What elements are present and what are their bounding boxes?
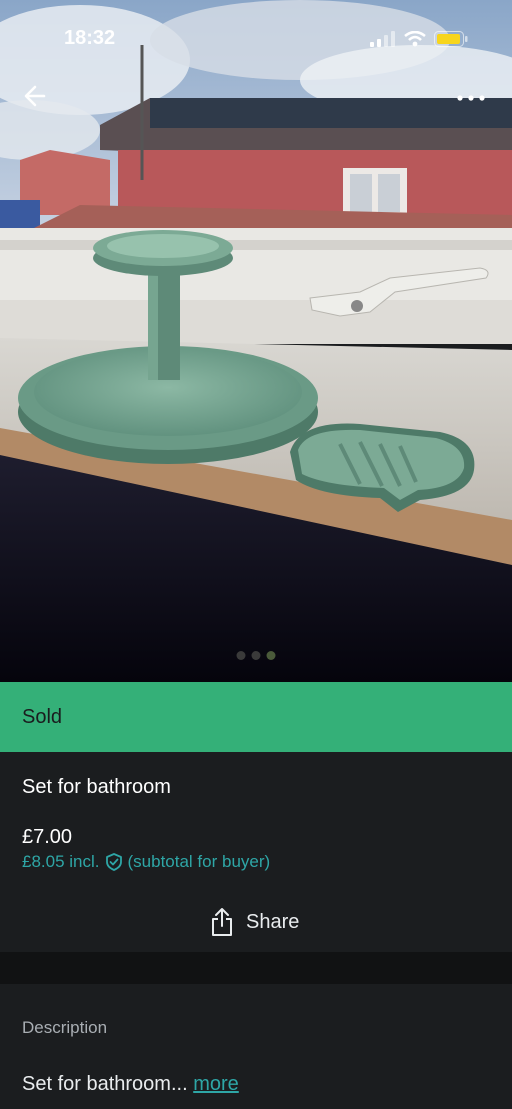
description-body: Set for bathroom... [22,1073,188,1095]
listing-photo[interactable] [0,0,512,682]
description-more-link[interactable]: more [193,1073,239,1095]
more-options-button[interactable] [454,84,494,112]
description-heading: Description [22,1018,108,1037]
section-divider [0,952,512,984]
share-button[interactable]: Share [210,907,299,937]
back-button[interactable] [22,82,54,114]
gallery-dot-active[interactable] [266,651,276,660]
gallery-indicator [236,651,276,660]
buyer-price-value: £8.05 incl. [22,852,100,871]
share-icon [212,908,232,936]
back-arrow-icon [24,85,46,107]
gallery-dot[interactable] [236,651,246,660]
listing-price: £7.00 [22,826,73,848]
sold-status-label: Sold [22,706,63,728]
buyer-price-note: (subtotal for buyer) [127,852,271,871]
sold-banner [0,682,512,752]
status-icons [370,29,468,49]
description-text: Set for bathroom... more [22,1073,239,1096]
more-dots-icon [457,95,485,101]
battery-icon [434,31,468,47]
shield-check-icon [105,853,122,871]
wifi-icon [404,31,426,47]
gallery-dot[interactable] [251,651,261,660]
buyer-protection-price[interactable]: £8.05 incl. (subtotal for buyer) [22,852,270,872]
share-label: Share [246,910,300,933]
listing-title: Set for bathroom [22,776,171,798]
status-time: 18:32 [64,27,116,49]
status-bar: 18:32 [0,0,512,76]
signal-icon [370,31,395,47]
